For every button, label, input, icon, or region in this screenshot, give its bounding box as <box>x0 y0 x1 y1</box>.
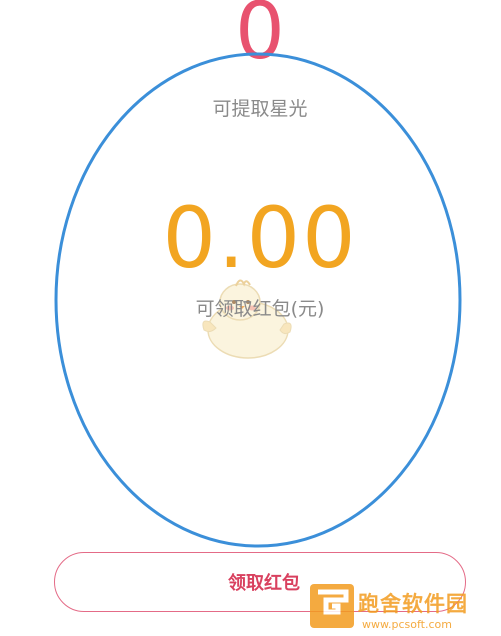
watermark-logo-icon <box>310 584 354 628</box>
stars-count-value: 0 <box>235 0 285 77</box>
claim-button-label: 领取红包 <box>228 573 300 594</box>
red-packet-label: 可领取红包(元) <box>195 298 325 320</box>
site-watermark: 跑舍软件园 www.pcsoft.com <box>310 582 498 634</box>
watermark-url: www.pcsoft.com <box>362 618 452 631</box>
stars-label: 可提取星光 <box>212 98 308 120</box>
watermark-site-name: 跑舍软件园 <box>358 592 468 616</box>
red-packet-screen: 0 可提取星光 0.00 可领取红包(元) 领取红包 跑舍软件园 www.pcs… <box>0 0 501 636</box>
